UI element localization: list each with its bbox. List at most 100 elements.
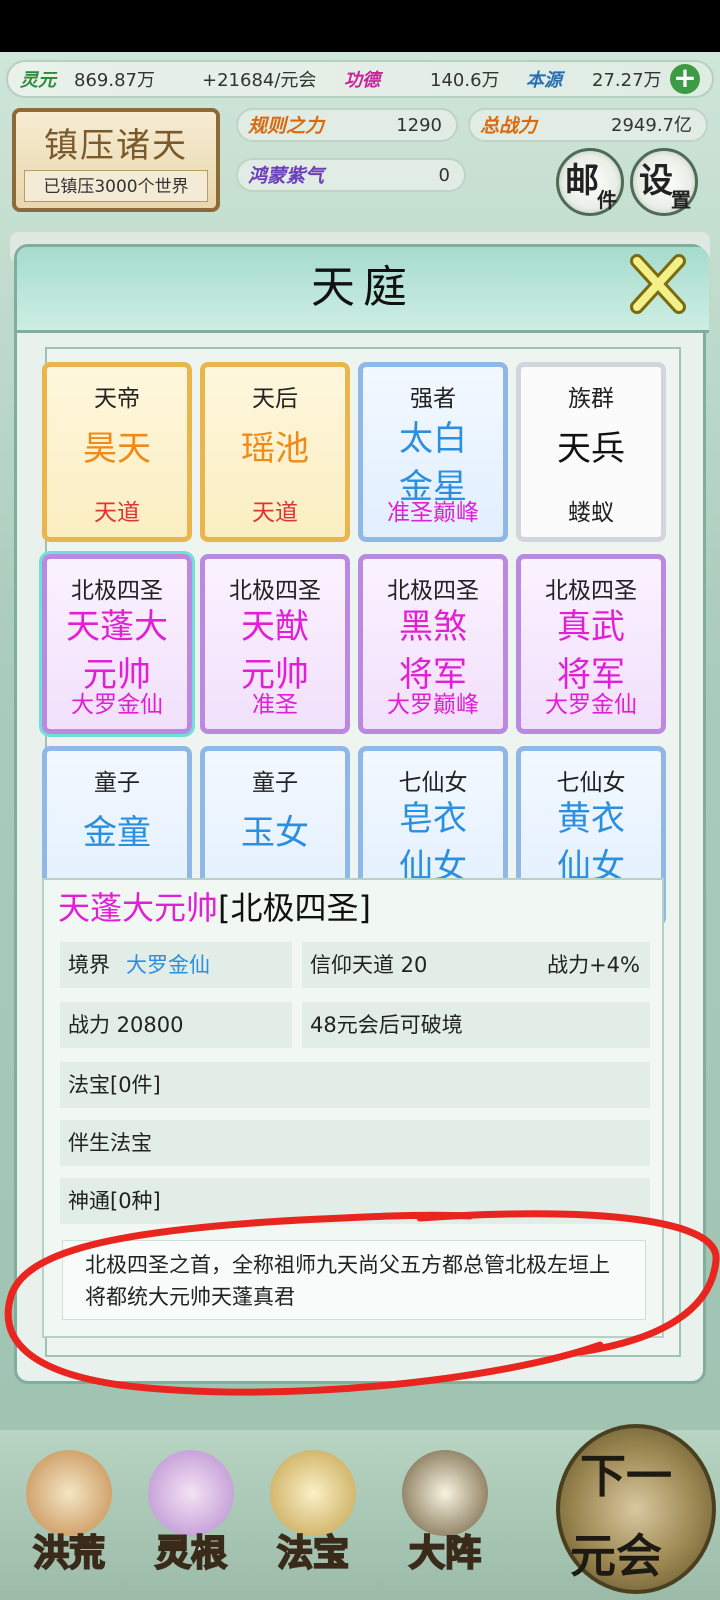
card-name-line1: 天猷 [241, 607, 309, 647]
close-button[interactable] [625, 251, 691, 317]
mail-small: 件 [597, 188, 617, 212]
card-name: 昊天 [83, 429, 151, 469]
card-tianyou[interactable]: 北极四圣 天猷 元帅 准圣 [200, 554, 350, 734]
card-role: 强者 [410, 386, 456, 412]
card-tianbing[interactable]: 族群 天兵 蝼蚁 [516, 362, 666, 542]
card-name: 玉女 [241, 813, 309, 853]
system-status-bar [0, 0, 720, 52]
lingyuan-label: 灵元 [20, 70, 56, 91]
next-era-line1: 下一 [580, 1449, 672, 1503]
card-taibai[interactable]: 强者 太白 金星 准圣巅峰 [358, 362, 508, 542]
card-name-line1: 黑煞 [399, 607, 467, 647]
detail-panel: 天蓬大元帅[北极四圣] 境界 大罗金仙 信仰天道 20 战力+4% 战力 2080… [42, 878, 664, 1338]
card-haotian[interactable]: 天帝 昊天 天道 [42, 362, 192, 542]
card-realm: 天道 [94, 500, 140, 526]
nav-dazhen[interactable]: 大阵 [390, 1440, 500, 1590]
hongmeng-label: 鸿蒙紫气 [248, 165, 325, 187]
card-role: 北极四圣 [545, 578, 637, 604]
nav-label-dazhen: 大阵 [408, 1531, 482, 1575]
settings-small: 置 [671, 188, 691, 212]
nav-label-fabao: 法宝 [276, 1531, 350, 1575]
breakthrough-cell: 48元会后可破境 [302, 1002, 650, 1048]
card-realm: 蝼蚁 [568, 500, 614, 526]
next-era-line2: 元会 [570, 1529, 662, 1583]
hongmeng-value: 0 [438, 165, 450, 186]
faith-bonus: 战力+4% [547, 953, 640, 977]
companion-treasure-text: 伴生法宝 [68, 1131, 152, 1155]
card-zhenwu[interactable]: 北极四圣 真武 将军 大罗金仙 [516, 554, 666, 734]
card-role: 七仙女 [398, 770, 468, 796]
card-yaochi[interactable]: 天后 瑶池 天道 [200, 362, 350, 542]
rules-stat: 规则之力 1290 [236, 108, 458, 142]
card-realm: 准圣 [252, 692, 298, 718]
card-realm: 大罗金仙 [545, 692, 637, 718]
description-box: 北极四圣之首，全称祖师九天尚父五方都总管北极左垣上将都统大元帅天蓬真君 [62, 1240, 646, 1320]
card-role: 北极四圣 [229, 578, 321, 604]
card-role: 族群 [568, 386, 614, 412]
gongde-value: 140.6万 [430, 70, 500, 91]
title-board[interactable]: 镇压诸天 已镇压3000个世界 [12, 108, 220, 212]
lingyuan-value: 869.87万 [74, 70, 155, 91]
card-name-line1: 黄衣 [557, 799, 625, 839]
realm-cell: 境界 大罗金仙 [60, 942, 292, 988]
card-name-line1: 天蓬大 [66, 607, 168, 647]
card-role: 童子 [252, 770, 298, 796]
card-realm: 大罗巅峰 [387, 692, 479, 718]
benyuan-value: 27.27万 [592, 70, 662, 91]
add-resource-button[interactable]: + [670, 64, 700, 94]
card-role: 天帝 [94, 386, 140, 412]
card-realm: 天道 [252, 500, 298, 526]
benyuan-label: 本源 [526, 70, 562, 91]
breakthrough-text: 48元会后可破境 [310, 1013, 463, 1037]
card-name: 瑶池 [241, 429, 309, 469]
card-role: 北极四圣 [387, 578, 479, 604]
close-icon [630, 254, 686, 314]
mail-big: 邮 [565, 161, 599, 201]
title-sub: 已镇压3000个世界 [24, 170, 208, 202]
card-name-line1: 太白 [399, 419, 467, 459]
realm-label: 境界 [68, 953, 110, 977]
card-name: 黄衣 仙女 [521, 795, 661, 891]
detail-group: [北极四圣] [218, 889, 371, 927]
treasures-row[interactable]: 法宝[0件] [60, 1062, 650, 1108]
mail-button[interactable]: 邮 件 [556, 148, 624, 216]
title-main: 镇压诸天 [44, 126, 188, 166]
companion-treasure-row[interactable]: 伴生法宝 [60, 1120, 650, 1166]
gongde-label: 功德 [344, 70, 380, 91]
realm-value: 大罗金仙 [126, 953, 210, 977]
faith-text: 信仰天道 20 [310, 953, 428, 977]
card-heisha[interactable]: 北极四圣 黑煞 将军 大罗巅峰 [358, 554, 508, 734]
treasures-text: 法宝[0件] [68, 1073, 161, 1097]
card-role: 七仙女 [556, 770, 626, 796]
card-name-line1: 皂衣 [399, 799, 467, 839]
abilities-row[interactable]: 神通[0种] [60, 1178, 650, 1224]
lingyuan-rate: +21684/元会 [202, 70, 317, 91]
resource-bar: 灵元 869.87万 +21684/元会 功德 140.6万 本源 27.27万… [6, 60, 714, 98]
power-cell: 战力 20800 [60, 1002, 292, 1048]
power-text: 战力 20800 [68, 1013, 184, 1037]
card-realm: 准圣巅峰 [387, 500, 479, 526]
power-label: 总战力 [480, 115, 538, 137]
detail-name: 天蓬大元帅 [58, 889, 219, 927]
card-name: 皂衣 仙女 [363, 795, 503, 891]
modal-header: 天庭 [17, 247, 709, 333]
nav-label-honghuang: 洪荒 [32, 1531, 106, 1575]
modal-title: 天庭 [311, 262, 415, 313]
card-name-line1: 真武 [557, 607, 625, 647]
nav-honghuang[interactable]: 洪荒 [14, 1440, 124, 1590]
rules-value: 1290 [396, 115, 442, 136]
card-role: 童子 [94, 770, 140, 796]
hongmeng-stat: 鸿蒙紫气 0 [236, 158, 466, 192]
card-tianpeng[interactable]: 北极四圣 天蓬大 元帅 大罗金仙 [42, 554, 192, 734]
faith-cell: 信仰天道 20 战力+4% [302, 942, 650, 988]
abilities-text: 神通[0种] [68, 1189, 161, 1213]
card-role: 天后 [252, 386, 298, 412]
nav-linggen[interactable]: 灵根 [136, 1440, 246, 1590]
nav-label-linggen: 灵根 [154, 1531, 228, 1575]
nav-fabao[interactable]: 法宝 [258, 1440, 368, 1590]
next-era-button[interactable]: 下一 元会 [556, 1424, 716, 1594]
detail-title: 天蓬大元帅[北极四圣] [58, 886, 371, 930]
card-name: 天兵 [557, 429, 625, 469]
settings-button[interactable]: 设 置 [630, 148, 698, 216]
total-power-stat: 总战力 2949.7亿 [468, 108, 708, 142]
